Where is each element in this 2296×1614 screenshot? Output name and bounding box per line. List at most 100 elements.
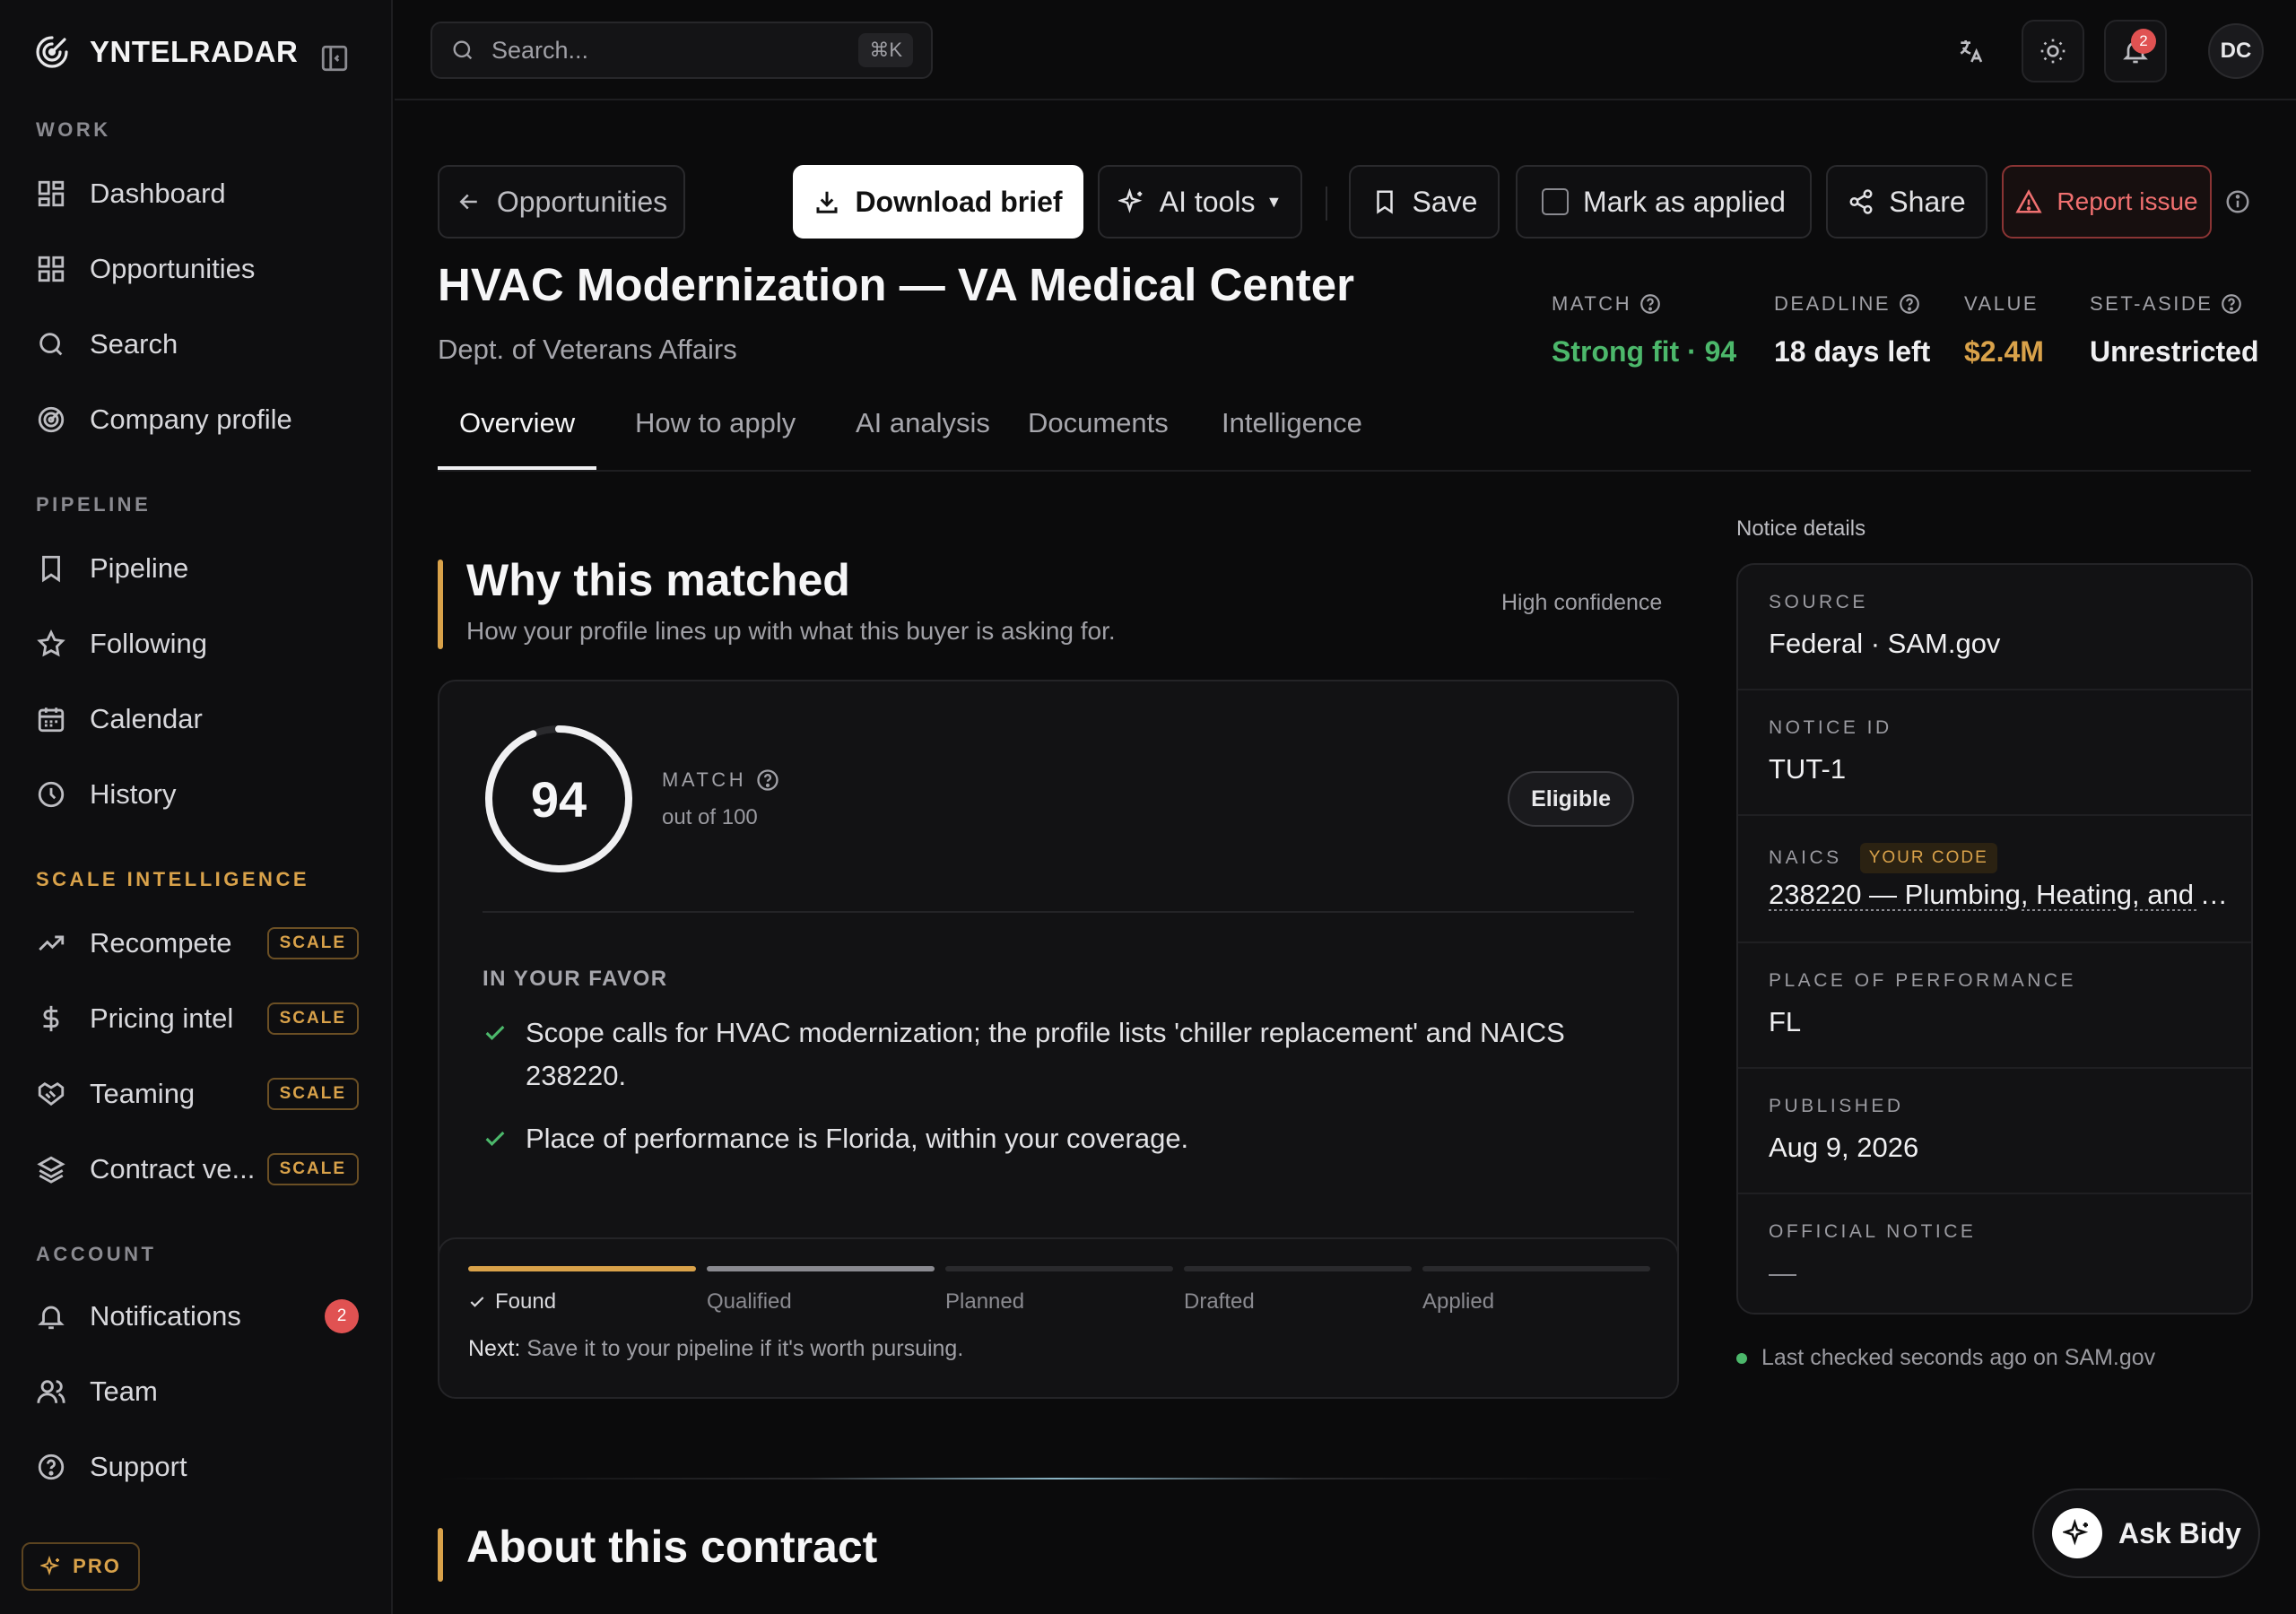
- ai-tools-dropdown[interactable]: AI tools ▼: [1098, 165, 1302, 239]
- tab-bar: Overview How to apply AI analysis Docume…: [438, 407, 2251, 472]
- sidebar-item-following[interactable]: Following: [36, 617, 359, 671]
- section-account-label: ACCOUNT: [36, 1243, 157, 1265]
- next-step-hint: Next: Save it to your pipeline if it's w…: [468, 1336, 963, 1362]
- sidebar-item-dashboard[interactable]: Dashboard: [36, 167, 359, 221]
- notification-count-badge: 2: [2131, 29, 2156, 54]
- sidebar-item-label: Support: [90, 1451, 187, 1482]
- notice-details-card: SOURCE Federal · SAM.gov NOTICE ID TUT-1…: [1736, 563, 2253, 1315]
- tab-ai-analysis[interactable]: AI analysis: [856, 407, 990, 470]
- mark-as-applied-checkbox[interactable]: Mark as applied: [1516, 165, 1812, 239]
- scale-badge: SCALE: [266, 927, 359, 959]
- eligible-badge: Eligible: [1508, 771, 1634, 827]
- report-issue-button[interactable]: Report issue: [2002, 165, 2212, 239]
- ask-bidy-label: Ask Bidy: [2118, 1516, 2241, 1549]
- step-planned[interactable]: Planned: [945, 1289, 1024, 1315]
- naics-code-link[interactable]: 238220 — Plumbing, Heating, and Air-Cond…: [1769, 879, 2235, 911]
- sidebar-collapse-icon[interactable]: [319, 43, 350, 74]
- theme-toggle-button[interactable]: [2022, 20, 2084, 82]
- sidebar-item-label: History: [90, 778, 177, 810]
- progress-card: Found Qualified Planned Drafted Applied …: [438, 1237, 1679, 1399]
- sidebar-item-contract-vehicles[interactable]: Contract ve... SCALE: [36, 1142, 359, 1196]
- step-qualified[interactable]: Qualified: [707, 1289, 792, 1315]
- set-aside-stat-label: SET-ASIDE: [2090, 292, 2213, 315]
- sidebar-item-label: Notifications: [90, 1300, 241, 1332]
- notification-count-badge: 2: [325, 1299, 359, 1333]
- last-checked-text: Last checked seconds ago on SAM.gov: [1761, 1345, 2156, 1370]
- notifications-button[interactable]: 2: [2104, 20, 2167, 82]
- agency-name: Dept. of Veterans Affairs: [438, 334, 737, 365]
- why-matched-title: Why this matched: [466, 555, 850, 605]
- tab-overview[interactable]: Overview: [438, 407, 597, 470]
- notice-row-official-notice: OFFICIAL NOTICE —: [1738, 1194, 2251, 1313]
- section-divider: [438, 1478, 1675, 1480]
- grid-icon: [38, 256, 65, 282]
- sidebar-item-history[interactable]: History: [36, 768, 359, 821]
- sparkles-icon: [1118, 188, 1143, 213]
- checkbox-box: [1542, 188, 1570, 215]
- notice-label: NAICS: [1769, 847, 1842, 868]
- avatar[interactable]: DC: [2208, 23, 2264, 79]
- sidebar-item-teaming[interactable]: Teaming SCALE: [36, 1067, 359, 1121]
- save-button[interactable]: Save: [1349, 165, 1500, 239]
- back-to-opportunities-button[interactable]: Opportunities: [438, 165, 685, 239]
- step-found[interactable]: Found: [468, 1289, 556, 1315]
- notice-value: FL: [1769, 1006, 1802, 1037]
- tab-how-to-apply[interactable]: How to apply: [635, 407, 796, 470]
- notice-row-place-of-performance: PLACE OF PERFORMANCE FL: [1738, 943, 2251, 1069]
- share-label: Share: [1889, 185, 1966, 218]
- section-accent-bar: [438, 560, 443, 649]
- help-icon[interactable]: [2220, 292, 2243, 316]
- pro-plan-badge[interactable]: PRO: [22, 1542, 140, 1591]
- sidebar-item-support[interactable]: Support: [36, 1440, 359, 1494]
- notice-row-notice-id: NOTICE ID TUT-1: [1738, 690, 2251, 816]
- search-icon: [453, 40, 473, 60]
- match-score-ring: 94: [483, 723, 635, 875]
- check-icon: [470, 1297, 484, 1307]
- sidebar-item-pipeline[interactable]: Pipeline: [36, 542, 359, 595]
- sidebar-item-label: Contract ve...: [90, 1153, 256, 1184]
- search-placeholder: Search...: [491, 36, 589, 64]
- step-applied[interactable]: Applied: [1422, 1289, 1494, 1315]
- sidebar-item-label: Pricing intel: [90, 1002, 234, 1034]
- notice-value: TUT-1: [1769, 753, 1847, 785]
- check-icon: [485, 1025, 505, 1040]
- sidebar-item-recompete[interactable]: Recompete SCALE: [36, 916, 359, 970]
- sidebar-item-opportunities[interactable]: Opportunities: [36, 242, 359, 296]
- share-button[interactable]: Share: [1826, 165, 1987, 239]
- calendar-icon: [38, 707, 65, 733]
- tab-documents[interactable]: Documents: [1028, 407, 1169, 470]
- scale-badge: SCALE: [266, 1078, 359, 1110]
- share-icon: [1849, 189, 1873, 214]
- ask-bidy-button[interactable]: Ask Bidy: [2032, 1488, 2260, 1578]
- notice-label: PLACE OF PERFORMANCE: [1769, 970, 2077, 991]
- in-your-favor-label: IN YOUR FAVOR: [483, 967, 668, 991]
- match-stat-value: Strong fit · 94: [1552, 335, 1737, 368]
- sidebar-item-team[interactable]: Team: [36, 1365, 359, 1419]
- tab-intelligence[interactable]: Intelligence: [1222, 407, 1362, 470]
- search-input[interactable]: Search... ⌘K: [430, 22, 933, 79]
- section-accent-bar: [438, 1528, 443, 1582]
- star-icon: [37, 629, 65, 657]
- sidebar-item-search[interactable]: Search: [36, 317, 359, 371]
- help-icon[interactable]: [755, 768, 780, 793]
- info-icon[interactable]: [2224, 188, 2251, 215]
- notice-row-naics: NAICS YOUR CODE 238220 — Plumbing, Heatin…: [1738, 816, 2251, 943]
- sidebar-item-pricing-intel[interactable]: Pricing intel SCALE: [36, 992, 359, 1046]
- sidebar-item-notifications[interactable]: Notifications 2: [36, 1289, 359, 1343]
- value-stat: VALUE $2.4M: [1964, 292, 2044, 369]
- sidebar-item-label: Opportunities: [90, 253, 256, 284]
- sidebar-item-company-profile[interactable]: Company profile: [36, 393, 359, 447]
- help-icon[interactable]: [1639, 292, 1662, 316]
- step-drafted[interactable]: Drafted: [1184, 1289, 1255, 1315]
- progress-segment-planned: [945, 1266, 1173, 1271]
- sidebar-item-label: Company profile: [90, 404, 292, 435]
- sidebar-item-calendar[interactable]: Calendar: [36, 692, 359, 746]
- brand[interactable]: YNTELRADAR: [32, 29, 298, 75]
- ai-tools-label: AI tools: [1159, 185, 1256, 218]
- sparkles-icon: [2063, 1519, 2089, 1546]
- dollar-icon: [43, 1005, 59, 1032]
- download-brief-button[interactable]: Download brief: [793, 165, 1083, 239]
- back-label: Opportunities: [496, 185, 668, 218]
- help-icon[interactable]: [1898, 292, 1921, 316]
- language-button[interactable]: [1939, 20, 2002, 82]
